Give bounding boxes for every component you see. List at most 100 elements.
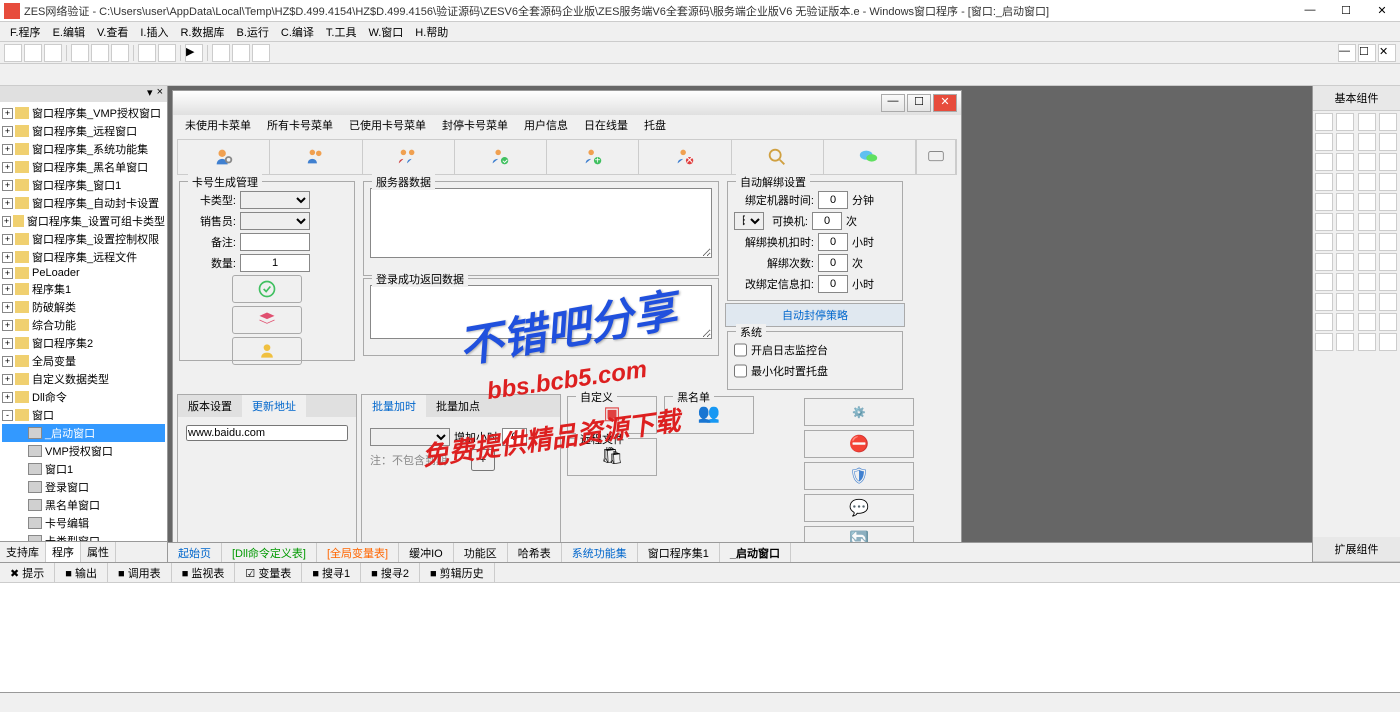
component-item[interactable] xyxy=(1379,253,1397,271)
tree-item[interactable]: 登录窗口 xyxy=(2,478,165,496)
component-item[interactable] xyxy=(1315,153,1333,171)
login-return-text[interactable] xyxy=(370,285,712,339)
bp-find2[interactable]: ■ 搜寻2 xyxy=(361,563,420,582)
tb-min2[interactable]: — xyxy=(1338,44,1356,62)
design-area[interactable]: — ☐ ✕ 未使用卡菜单所有卡号菜单已使用卡号菜单封停卡号菜单用户信息日在线量托… xyxy=(168,86,1312,542)
blacklist-icon[interactable]: 👥 xyxy=(671,403,747,424)
form-tab[interactable]: 所有卡号菜单 xyxy=(259,115,341,135)
form-close[interactable]: ✕ xyxy=(933,94,957,112)
form-tab[interactable]: 用户信息 xyxy=(516,115,576,135)
qty-input[interactable] xyxy=(240,254,310,272)
component-item[interactable] xyxy=(1358,113,1376,131)
tree-item[interactable]: +窗口程序集_黑名单窗口 xyxy=(2,158,165,176)
editor-tab[interactable]: [Dll命令定义表] xyxy=(222,543,317,562)
component-item[interactable] xyxy=(1336,233,1354,251)
gen-confirm-button[interactable] xyxy=(232,275,302,303)
editor-tab[interactable]: 系统功能集 xyxy=(562,543,638,562)
tb-cut[interactable] xyxy=(71,44,89,62)
tb-paste[interactable] xyxy=(111,44,129,62)
log-checkbox[interactable] xyxy=(734,341,747,359)
tree-item[interactable]: -窗口 xyxy=(2,406,165,424)
server-data-text[interactable] xyxy=(370,188,712,258)
component-item[interactable] xyxy=(1358,153,1376,171)
editor-tab[interactable]: 哈希表 xyxy=(508,543,562,562)
component-item[interactable] xyxy=(1379,193,1397,211)
close-button[interactable]: ✕ xyxy=(1368,4,1396,17)
component-item[interactable] xyxy=(1358,273,1376,291)
action-gear[interactable]: ⚙️ xyxy=(804,398,914,426)
version-tab[interactable]: 版本设置 xyxy=(178,395,242,417)
tree-item[interactable]: +综合功能 xyxy=(2,316,165,334)
remote-file-icon[interactable]: 🛍 xyxy=(574,445,650,466)
panel-pin[interactable]: ▾ xyxy=(145,86,155,102)
bp-find1[interactable]: ■ 搜寻1 xyxy=(302,563,361,582)
menu-run[interactable]: B.运行 xyxy=(230,22,274,41)
bp-clip[interactable]: ■ 剪辑历史 xyxy=(420,563,495,582)
menu-help[interactable]: H.帮助 xyxy=(409,22,454,41)
project-tree[interactable]: +窗口程序集_VMP授权窗口+窗口程序集_远程窗口+窗口程序集_系统功能集+窗口… xyxy=(0,102,167,541)
editor-tab[interactable]: 起始页 xyxy=(168,543,222,562)
action-stop[interactable]: ⛔ xyxy=(804,430,914,458)
menu-compile[interactable]: C.编译 xyxy=(275,22,320,41)
seller-select[interactable] xyxy=(240,212,310,230)
switch-input[interactable] xyxy=(812,212,842,230)
component-item[interactable] xyxy=(1379,213,1397,231)
tree-item[interactable]: +窗口程序集_远程窗口 xyxy=(2,122,165,140)
tree-item[interactable]: VMP授权窗口 xyxy=(2,442,165,460)
tree-item[interactable]: +Dll命令 xyxy=(2,388,165,406)
tb-redo[interactable] xyxy=(158,44,176,62)
component-item[interactable] xyxy=(1336,253,1354,271)
toolbar-msg[interactable] xyxy=(916,140,956,174)
component-item[interactable] xyxy=(1315,213,1333,231)
component-item[interactable] xyxy=(1358,253,1376,271)
toolbar-group[interactable] xyxy=(363,140,455,174)
component-item[interactable] xyxy=(1315,333,1333,351)
tb-new[interactable] xyxy=(4,44,22,62)
menu-view[interactable]: V.查看 xyxy=(91,22,134,41)
component-item[interactable] xyxy=(1336,113,1354,131)
tb-max2[interactable]: ☐ xyxy=(1358,44,1376,62)
toolbar-user-check[interactable] xyxy=(455,140,547,174)
toolbar-user-add[interactable]: + xyxy=(547,140,639,174)
tree-item[interactable]: +防破解类 xyxy=(2,298,165,316)
tree-item[interactable]: +全局变量 xyxy=(2,352,165,370)
form-tab[interactable]: 未使用卡菜单 xyxy=(177,115,259,135)
component-item[interactable] xyxy=(1315,293,1333,311)
editor-tab[interactable]: 缓冲IO xyxy=(399,543,454,562)
component-item[interactable] xyxy=(1358,293,1376,311)
gen-user-button[interactable] xyxy=(232,337,302,365)
component-item[interactable] xyxy=(1336,273,1354,291)
gen-layers-button[interactable] xyxy=(232,306,302,334)
editor-tab[interactable]: _启动窗口 xyxy=(720,543,791,562)
component-item[interactable] xyxy=(1358,333,1376,351)
ext-components[interactable]: 扩展组件 xyxy=(1313,537,1400,562)
menu-edit[interactable]: E.编辑 xyxy=(47,22,91,41)
left-tab-lib[interactable]: 支持库 xyxy=(0,542,46,562)
component-item[interactable] xyxy=(1358,193,1376,211)
action-refresh[interactable]: 🔄 xyxy=(804,526,914,542)
minimize-button[interactable]: — xyxy=(1296,4,1324,17)
bp-output[interactable]: ■ 输出 xyxy=(55,563,108,582)
bp-tip[interactable]: ✖ 提示 xyxy=(0,563,55,582)
component-item[interactable] xyxy=(1315,273,1333,291)
menu-file[interactable]: F.程序 xyxy=(4,22,47,41)
tray-checkbox[interactable] xyxy=(734,362,747,380)
count-input[interactable] xyxy=(818,254,848,272)
tree-item[interactable]: +窗口程序集_VMP授权窗口 xyxy=(2,104,165,122)
tree-item[interactable]: +自定义数据类型 xyxy=(2,370,165,388)
toolbar-user-remove[interactable]: ✕ xyxy=(639,140,731,174)
tree-item[interactable]: +程序集1 xyxy=(2,280,165,298)
tb-save[interactable] xyxy=(44,44,62,62)
bp-var[interactable]: ☑ 变量表 xyxy=(235,563,302,582)
component-item[interactable] xyxy=(1336,293,1354,311)
tree-item[interactable]: 卡号编辑 xyxy=(2,514,165,532)
component-item[interactable] xyxy=(1315,253,1333,271)
tb-undo[interactable] xyxy=(138,44,156,62)
component-item[interactable] xyxy=(1336,153,1354,171)
component-item[interactable] xyxy=(1358,213,1376,231)
form-designer[interactable]: — ☐ ✕ 未使用卡菜单所有卡号菜单已使用卡号菜单封停卡号菜单用户信息日在线量托… xyxy=(172,90,962,542)
tb-open[interactable] xyxy=(24,44,42,62)
toolbar-chat[interactable] xyxy=(824,140,916,174)
custom-js-icon[interactable]: ▣ xyxy=(574,403,650,424)
component-item[interactable] xyxy=(1336,213,1354,231)
